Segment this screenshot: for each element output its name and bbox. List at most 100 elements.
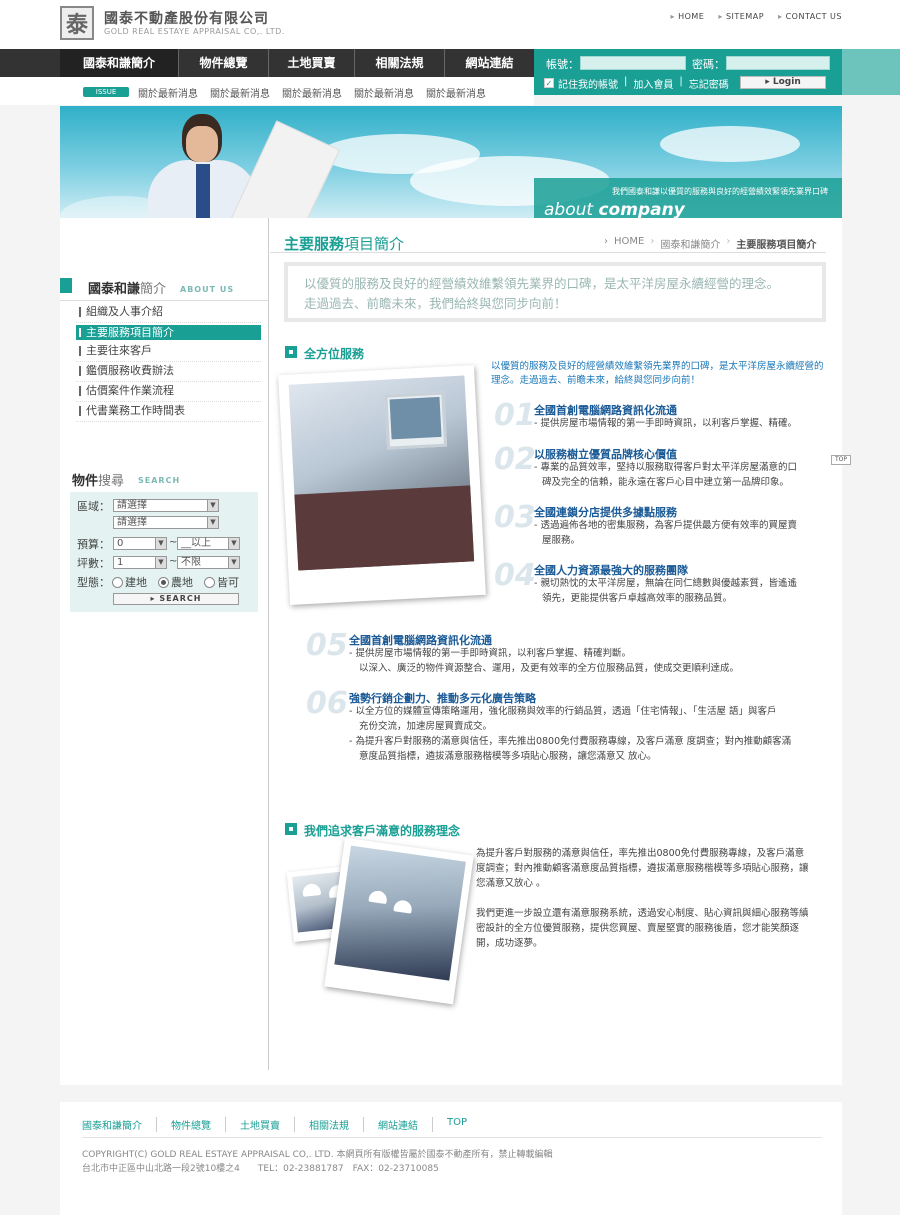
item-number: 05 — [306, 628, 348, 663]
account-label: 帳號： — [546, 58, 579, 71]
breadcrumb: › HOME › 國泰和謙簡介 › 主要服務項目簡介 — [604, 236, 817, 251]
footer-link-links[interactable]: 網站連結 — [364, 1117, 433, 1132]
divider — [270, 252, 826, 253]
sidebar-menu: 組織及人事介紹 主要服務項目簡介 主要往來客戶 鑑價服務收費辦法 估價案件作業流… — [76, 303, 261, 422]
size-to-select[interactable]: 不限 ▼ — [177, 556, 240, 569]
login-panel: 帳號： 密碼： ✓ 記住我的帳號 | 加入會員 | 忘記密碼 ▸ Login — [534, 49, 842, 95]
page-title: 主要服務項目簡介 — [284, 235, 405, 253]
nav-links[interactable]: 網站連結 — [445, 49, 534, 77]
breadcrumb-about[interactable]: 國泰和謙簡介 — [660, 236, 720, 251]
sidebar-item-schedule[interactable]: 代書業務工作時間表 — [76, 402, 261, 422]
chevron-down-icon: ▼ — [228, 538, 239, 549]
copyright-text: COPYRIGHT(C) GOLD REAL ESTAYE APPRAISAL … — [82, 1150, 553, 1174]
password-input[interactable] — [726, 56, 830, 70]
footer-link-land[interactable]: 土地買賣 — [226, 1117, 295, 1132]
back-to-top-button[interactable]: TOP — [831, 455, 851, 465]
sidebar-item-clients[interactable]: 主要往來客戶 — [76, 342, 261, 362]
sidebar-heading: 國泰和謙簡介 — [88, 282, 167, 297]
nav-listings[interactable]: 物件總覽 — [179, 49, 269, 77]
home-link[interactable]: HOME — [671, 12, 705, 21]
nav-regulations[interactable]: 相關法規 — [355, 49, 445, 77]
item-desc: - 提供房屋市場情報的第一手即時資訊，以利客戶掌握、精確。 — [534, 418, 797, 429]
item-number: 02 — [494, 442, 536, 477]
news-link[interactable]: 關於最新消息 — [138, 85, 198, 100]
item-desc: - 透過遍佈各地的密集服務，為客戶提供最方便有效率的買屋賣 屋服務。 — [534, 520, 797, 546]
size-label: 坪數： — [77, 557, 110, 570]
team-photo-large — [324, 837, 474, 1005]
sidebar-item-fees[interactable]: 鑑價服務收費辦法 — [76, 362, 261, 382]
type-radio-any[interactable]: 皆可 — [204, 574, 239, 590]
sitemap-link[interactable]: SITEMAP — [718, 12, 764, 21]
item-desc: - 專業的品質效率，堅持以服務取得客戶對太平洋房屋滿意的口 碑及完全的信賴，能永遠… — [534, 462, 797, 488]
company-name-cn: 國泰不動產股份有限公司 — [104, 11, 269, 27]
section-bullet-icon — [285, 346, 297, 358]
sidebar-marker — [60, 278, 72, 293]
news-link[interactable]: 關於最新消息 — [210, 85, 270, 100]
size-from-select[interactable]: 1 ▼ — [113, 556, 167, 569]
section-title-full-service: 全方位服務 — [304, 347, 365, 361]
footer-link-about[interactable]: 國泰和謙簡介 — [82, 1117, 157, 1132]
banner-slogan: 我們國泰和謙以優質的服務與良好的經營績效緊領先業界口碑 — [612, 187, 828, 196]
footer-link-regulations[interactable]: 相關法規 — [295, 1117, 364, 1132]
remember-label: 記住我的帳號 — [558, 80, 618, 91]
item-number: 03 — [494, 500, 536, 535]
service-philosophy-text: 為提升客戶對服務的滿意與信任，率先推出0800免付費服務專線，及客戶滿意 度調查… — [476, 848, 809, 949]
nav-about[interactable]: 國泰和謙簡介 — [60, 49, 179, 77]
search-button[interactable]: ▸ SEARCH — [113, 593, 239, 605]
sidebar-item-organization[interactable]: 組織及人事介紹 — [76, 303, 261, 323]
search-panel: 區域： 請選擇 ▼ 請選擇 ▼ 預算： 0 ▼ ~ __以上 ▼ 坪數： 1 ▼ ~ 不限… — [70, 492, 258, 612]
nav-land[interactable]: 土地買賣 — [269, 49, 355, 77]
chevron-down-icon: ▼ — [155, 557, 166, 568]
chevron-down-icon: ▼ — [155, 538, 166, 549]
news-link[interactable]: 關於最新消息 — [282, 85, 342, 100]
account-input[interactable] — [580, 56, 686, 70]
search-heading: 物件搜尋 — [72, 474, 125, 489]
search-heading-en: SEARCH — [138, 476, 181, 485]
office-photo — [278, 365, 486, 605]
district-select[interactable]: 請選擇 ▼ — [113, 516, 219, 529]
budget-from-select[interactable]: 0 ▼ — [113, 537, 167, 550]
section-title-philosophy: 我們追求客戶滿意的服務理念 — [304, 824, 461, 838]
footer-link-listings[interactable]: 物件總覽 — [157, 1117, 226, 1132]
site-header: 泰 國泰不動產股份有限公司 GOLD REAL ESTAYE APPRAISAL… — [0, 0, 900, 50]
section-bullet-icon — [285, 823, 297, 835]
intro-text: 以優質的服務及良好的經營績效維繫領先業界的口碑，是太平洋房屋永續經營的理念。 走… — [304, 276, 780, 311]
type-label: 型態： — [77, 576, 110, 589]
item-number: 06 — [306, 686, 348, 721]
forgot-link[interactable]: 忘記密碼 — [689, 76, 729, 91]
column-divider — [268, 218, 269, 1070]
issue-bar: ISSUE 關於最新消息 關於最新消息 關於最新消息 關於最新消息 關於最新消息 — [0, 77, 534, 105]
type-radio-farm[interactable]: 農地 — [158, 574, 193, 590]
chevron-down-icon: ▼ — [207, 500, 218, 511]
section-lead-text: 以優質的服務及良好的經營績效維繫領先業界的口碑，是太平洋房屋永續經營的理念。走過… — [491, 361, 824, 386]
top-links: HOME SITEMAP CONTACT US — [671, 12, 842, 21]
company-name-en: GOLD REAL ESTAYE APPRAISAL CO,. LTD. — [104, 27, 285, 36]
footer-link-top[interactable]: TOP — [433, 1117, 481, 1132]
sidebar-heading-en: ABOUT US — [180, 285, 235, 294]
contact-link[interactable]: CONTACT US — [778, 12, 842, 21]
news-link[interactable]: 關於最新消息 — [354, 85, 414, 100]
remember-checkbox[interactable]: ✓ — [544, 78, 554, 88]
news-link[interactable]: 關於最新消息 — [426, 85, 486, 100]
type-radio-building[interactable]: 建地 — [112, 574, 147, 590]
chevron-down-icon: ▼ — [228, 557, 239, 568]
budget-to-select[interactable]: __以上 ▼ — [177, 537, 240, 550]
item-desc: - 提供房屋市場情報的第一手即時資訊，以利客戶掌握、精確判斷。 以深入、廣泛的物件… — [349, 648, 740, 674]
breadcrumb-home[interactable]: HOME — [614, 236, 644, 251]
login-button[interactable]: ▸ Login — [740, 76, 826, 89]
chevron-down-icon: ▼ — [207, 517, 218, 528]
company-logo[interactable]: 泰 — [60, 6, 94, 40]
item-number: 01 — [494, 398, 536, 433]
about-company-title: about company — [544, 200, 685, 220]
item-number: 04 — [494, 558, 536, 593]
divider — [60, 300, 268, 301]
join-link[interactable]: 加入會員 — [633, 76, 673, 91]
item-desc: - 親切熱忱的太平洋房屋，無論在同仁總數與優越素質，皆遙遙 領先，更能提供客戶卓越… — [534, 578, 797, 604]
budget-label: 預算： — [77, 538, 110, 551]
issue-badge: ISSUE — [83, 87, 129, 97]
breadcrumb-current: 主要服務項目簡介 — [736, 240, 817, 251]
sidebar-item-process[interactable]: 估價案件作業流程 — [76, 382, 261, 402]
login-panel-edge — [842, 49, 900, 95]
sidebar-item-services[interactable]: 主要服務項目簡介 — [76, 325, 261, 340]
area-select[interactable]: 請選擇 ▼ — [113, 499, 219, 512]
